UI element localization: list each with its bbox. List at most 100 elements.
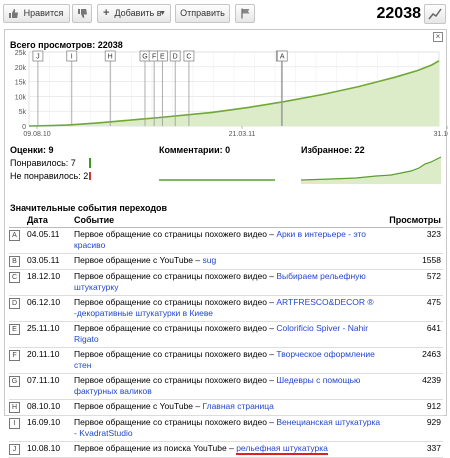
add-to-button[interactable]: + Добавить в ▼ [97, 4, 171, 23]
event-date: 18.12.10 [27, 269, 74, 296]
event-description: Первое обращение со страницы похожего ви… [74, 269, 385, 296]
share-button[interactable]: Отправить [175, 4, 230, 23]
event-text: Первое обращение со страницы похожего ви… [74, 375, 277, 385]
event-marker-letter: G [142, 54, 147, 61]
event-link[interactable]: рельефная штукатурка [236, 443, 328, 455]
table-row: D 06.12.10 Первое обращение со страницы по… [9, 295, 443, 322]
event-letter-badge: A [9, 230, 20, 241]
dislike-button[interactable] [72, 4, 92, 23]
event-description: Первое обращение со страницы похожего ви… [74, 321, 385, 348]
plus-icon: + [103, 7, 110, 19]
x-tick-label: 31.10.11 [434, 131, 448, 138]
event-description: Первое обращение со страницы похожего ви… [74, 347, 385, 374]
event-date: 25.11.10 [27, 321, 74, 348]
event-column-header: Событие [74, 214, 385, 228]
likes-label: Понравилось: 7 [10, 158, 76, 168]
event-description: Первое обращение из поиска YouTube – рел… [74, 441, 385, 458]
table-row: J 10.08.10 Первое обращение из поиска YouT… [9, 441, 443, 458]
event-date: 06.12.10 [27, 295, 74, 322]
event-letter-badge: B [9, 256, 20, 267]
event-description: Первое обращение с YouTube – sug [74, 253, 385, 270]
event-text: Первое обращение со страницы похожего ви… [74, 349, 277, 359]
event-marker-letter: C [186, 54, 191, 61]
event-marker-letter: I [71, 54, 73, 61]
events-title: Значительные события переходов [10, 203, 168, 213]
event-description: Первое обращение со страницы похожего ви… [74, 295, 385, 322]
table-row: H 08.10.10 Первое обращение с YouTube – Гл… [9, 399, 443, 416]
stats-toggle-button[interactable] [424, 4, 446, 24]
event-marker-letter: A [280, 54, 285, 61]
event-description: Первое обращение со страницы похожего ви… [74, 373, 385, 400]
event-letter-badge: H [9, 402, 20, 413]
event-views: 4239 [385, 373, 443, 400]
table-row: G 07.11.10 Первое обращение со страницы по… [9, 373, 443, 400]
statistics-panel: × Всего просмотров: 22038 25k 20k 15k 10k 5k… [4, 29, 448, 458]
event-letter-badge: E [9, 324, 20, 335]
action-toolbar: Нравится + Добавить в ▼ Отправить 22038 [0, 0, 450, 27]
event-link[interactable]: sug [202, 255, 216, 265]
event-marker-letter: D [173, 54, 178, 61]
y-tick-label: 0 [22, 124, 26, 131]
event-views: 912 [385, 399, 443, 416]
views-chart: 25k20k15k10k5k0JIHGFEDCBA09.08.1021.03.1… [15, 50, 448, 138]
event-date: 16.09.10 [27, 415, 74, 442]
share-label: Отправить [180, 8, 225, 18]
flag-icon [241, 8, 250, 19]
event-letter-badge: I [9, 418, 20, 429]
like-button[interactable]: Нравится [3, 4, 70, 23]
event-date: 03.05.11 [27, 253, 74, 270]
event-views: 323 [385, 227, 443, 254]
stats-chart-icon [428, 8, 442, 20]
event-date: 20.11.10 [27, 347, 74, 374]
event-marker-letter: H [108, 54, 113, 61]
views-column-header: Просмотры [385, 214, 443, 228]
table-row: C 18.12.10 Первое обращение со страницы по… [9, 269, 443, 296]
favorites-sparkline [301, 156, 441, 184]
event-views: 641 [385, 321, 443, 348]
events-table: Дата Событие Просмотры A 04.05.11 Первое о… [9, 214, 443, 458]
event-date: 08.10.10 [27, 399, 74, 416]
ratings-label: Оценки: 9 [10, 145, 54, 155]
event-description: Первое обращение с YouTube – Главная стр… [74, 399, 385, 416]
y-tick-label: 10k [15, 94, 27, 101]
event-link[interactable]: Главная страница [202, 401, 273, 411]
table-row: B 03.05.11 Первое обращение с YouTube – su… [9, 253, 443, 270]
y-tick-label: 25k [15, 50, 27, 57]
thumbs-down-icon [78, 9, 87, 18]
chevron-down-icon: ▼ [159, 10, 166, 17]
event-marker-letter: E [160, 54, 165, 61]
x-tick-label: 21.03.11 [229, 131, 256, 138]
event-date: 04.05.11 [27, 227, 74, 254]
flag-button[interactable] [235, 4, 255, 23]
event-letter-badge: G [9, 376, 20, 387]
event-views: 2463 [385, 347, 443, 374]
event-views: 337 [385, 441, 443, 458]
event-description: Первое обращение со страницы похожего ви… [74, 415, 385, 442]
likes-bar [89, 158, 91, 168]
dislikes-bar [89, 172, 91, 180]
y-tick-label: 5k [19, 109, 27, 116]
comments-sparkline [159, 179, 275, 181]
table-row: I 16.09.10 Первое обращение со страницы по… [9, 415, 443, 442]
event-text: Первое обращение со страницы похожего ви… [74, 271, 277, 281]
event-date: 10.08.10 [27, 441, 74, 458]
event-views: 572 [385, 269, 443, 296]
event-views: 1558 [385, 253, 443, 270]
event-text: Первое обращение со страницы похожего ви… [74, 229, 277, 239]
view-count: 22038 [376, 5, 422, 22]
event-text: Первое обращение с YouTube – [74, 401, 203, 411]
event-text: Первое обращение со страницы похожего ви… [74, 323, 277, 333]
y-tick-label: 15k [15, 80, 27, 87]
x-tick-label: 09.08.10 [23, 131, 50, 138]
event-letter-badge: C [9, 272, 20, 283]
event-text: Первое обращение со страницы похожего ви… [74, 297, 277, 307]
event-text: Первое обращение с YouTube – [74, 255, 203, 265]
events-header-row: Дата Событие Просмотры [9, 214, 443, 228]
dislikes-label: Не понравилось: 2 [10, 171, 89, 181]
event-letter-badge: D [9, 298, 20, 309]
event-views: 929 [385, 415, 443, 442]
table-row: F 20.11.10 Первое обращение со страницы по… [9, 347, 443, 374]
event-date: 07.11.10 [27, 373, 74, 400]
table-row: A 04.05.11 Первое обращение со страницы по… [9, 227, 443, 254]
date-column-header: Дата [27, 214, 74, 228]
